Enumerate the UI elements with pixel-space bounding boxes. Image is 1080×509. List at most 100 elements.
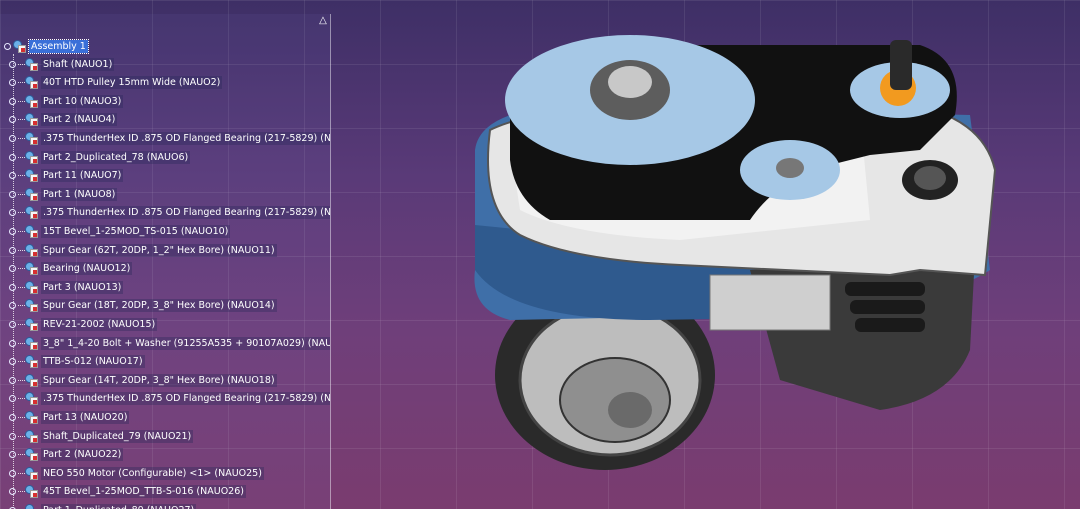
expand-toggle-icon[interactable] [9, 395, 16, 403]
tree-node[interactable]: Spur Gear (18T, 20DP, 3_8" Hex Bore) (NA… [0, 297, 277, 315]
tree-connector-dash [18, 137, 25, 139]
part-icon [25, 169, 38, 183]
tree-node[interactable]: 45T Bevel_1-25MOD_TTB-S-016 (NAUO26) [0, 483, 246, 501]
expand-toggle-icon[interactable] [9, 283, 16, 291]
part-icon [25, 113, 38, 127]
tree-node-label: Part 10 (NAUO3) [41, 94, 124, 108]
3d-viewport[interactable]: △ Assembly 1 Shaft (NAUO1) 40T HTD Pulley … [0, 0, 1080, 509]
expand-toggle-icon[interactable] [9, 190, 16, 198]
tree-connector-dash [18, 63, 25, 65]
tree-node-label: Spur Gear (62T, 20DP, 1_2" Hex Bore) (NA… [41, 243, 277, 257]
tree-node-label: 40T HTD Pulley 15mm Wide (NAUO2) [41, 76, 223, 90]
tree-node[interactable]: Part 2 (NAUO4) [0, 111, 118, 129]
tree-connector-dash [18, 249, 25, 251]
part-icon [25, 336, 38, 350]
tree-node[interactable]: Part 11 (NAUO7) [0, 167, 124, 185]
expand-toggle-icon[interactable] [9, 339, 16, 347]
tree-connector-dash [18, 286, 25, 288]
part-icon [25, 373, 38, 387]
tree-node-label: Part 13 (NAUO20) [41, 410, 130, 424]
part-icon [25, 131, 38, 145]
part-icon [25, 280, 38, 294]
expand-toggle-icon[interactable] [9, 172, 16, 180]
tree-node[interactable]: 40T HTD Pulley 15mm Wide (NAUO2) [0, 74, 223, 92]
expand-toggle-icon[interactable] [9, 246, 16, 254]
part-icon [25, 466, 38, 480]
tree-node[interactable]: Part 10 (NAUO3) [0, 92, 124, 110]
expand-toggle-icon[interactable] [9, 320, 16, 328]
expand-toggle-icon[interactable] [9, 469, 16, 477]
expand-toggle-icon[interactable] [9, 79, 16, 87]
part-icon [25, 317, 38, 331]
expand-toggle-icon[interactable] [9, 358, 16, 366]
tree-connector-dash [18, 119, 25, 121]
tree-connector-dash [18, 491, 25, 493]
expand-toggle-icon[interactable] [9, 413, 16, 421]
tree-node-label: Part 1 (NAUO8) [41, 187, 118, 201]
tree-node[interactable]: .375 ThunderHex ID .875 OD Flanged Beari… [0, 204, 330, 222]
expand-toggle-icon[interactable] [9, 97, 16, 105]
expand-toggle-icon[interactable] [9, 488, 16, 496]
tree-node[interactable]: Shaft (NAUO1) [0, 55, 115, 73]
tree-node[interactable]: Part 2 (NAUO22) [0, 446, 124, 464]
tree-node-label: Part 11 (NAUO7) [41, 169, 124, 183]
tree-node[interactable]: Part 13 (NAUO20) [0, 408, 130, 426]
expand-toggle-icon[interactable] [9, 376, 16, 384]
tree-node-label: Part 2_Duplicated_78 (NAUO6) [41, 150, 191, 164]
tree-node-label: Part 2 (NAUO4) [41, 113, 118, 127]
tree-connector-dash [18, 156, 25, 158]
tree-node[interactable]: NEO 550 Motor (Configurable) <1> (NAUO25… [0, 464, 264, 482]
specification-tree[interactable]: △ Assembly 1 Shaft (NAUO1) 40T HTD Pulley … [0, 14, 331, 509]
tree-connector-dash [18, 82, 25, 84]
tree-node[interactable]: 15T Bevel_1-25MOD_TS-015 (NAUO10) [0, 222, 231, 240]
expand-toggle-icon[interactable] [9, 432, 16, 440]
tree-node[interactable]: Shaft_Duplicated_79 (NAUO21) [0, 427, 194, 445]
expand-toggle-icon[interactable] [9, 60, 16, 68]
tree-node[interactable]: Part 1_Duplicated_80 (NAUO27) [0, 501, 197, 509]
tree-node[interactable]: Part 3 (NAUO13) [0, 278, 124, 296]
part-icon [25, 299, 38, 313]
tree-node[interactable]: Part 1 (NAUO8) [0, 185, 118, 203]
tree-node-label: 3_8" 1_4-20 Bolt + Washer (91255A535 + 9… [41, 336, 330, 350]
expand-toggle-icon[interactable] [9, 153, 16, 161]
expand-toggle-icon[interactable] [4, 42, 11, 50]
tree-node[interactable]: REV-21-2002 (NAUO15) [0, 315, 158, 333]
tree-node[interactable]: 3_8" 1_4-20 Bolt + Washer (91255A535 + 9… [0, 334, 330, 352]
part-icon [25, 76, 38, 90]
scroll-up-icon[interactable]: △ [316, 14, 330, 28]
tree-node-label: Part 2 (NAUO22) [41, 448, 124, 462]
tree-node-label: Part 3 (NAUO13) [41, 280, 124, 294]
part-icon [25, 262, 38, 276]
cad-model[interactable] [450, 20, 1010, 480]
tree-node[interactable]: Bearing (NAUO12) [0, 260, 133, 278]
expand-toggle-icon[interactable] [9, 227, 16, 235]
part-icon [25, 485, 38, 499]
expand-toggle-icon[interactable] [9, 209, 16, 217]
tree-root-node[interactable]: Assembly 1 [0, 37, 89, 55]
tree-node[interactable]: Spur Gear (14T, 20DP, 3_8" Hex Bore) (NA… [0, 371, 277, 389]
tree-node[interactable]: .375 ThunderHex ID .875 OD Flanged Beari… [0, 390, 330, 408]
expand-toggle-icon[interactable] [9, 116, 16, 124]
part-icon [25, 243, 38, 257]
tree-node-label: Shaft (NAUO1) [41, 57, 115, 71]
tree-node[interactable]: .375 ThunderHex ID .875 OD Flanged Beari… [0, 129, 330, 147]
tree-connector-dash [18, 472, 25, 474]
expand-toggle-icon[interactable] [9, 134, 16, 142]
part-icon [25, 448, 38, 462]
part-icon [25, 187, 38, 201]
tree-node-label: .375 ThunderHex ID .875 OD Flanged Beari… [41, 206, 330, 220]
tree-connector-dash [18, 342, 25, 344]
tree-node[interactable]: Part 2_Duplicated_78 (NAUO6) [0, 148, 191, 166]
tree-node-label: Spur Gear (14T, 20DP, 3_8" Hex Bore) (NA… [41, 373, 277, 387]
tree-node-label: .375 ThunderHex ID .875 OD Flanged Beari… [41, 131, 330, 145]
tree-node[interactable]: Spur Gear (62T, 20DP, 1_2" Hex Bore) (NA… [0, 241, 277, 259]
part-icon [25, 503, 38, 509]
tree-node-label: Shaft_Duplicated_79 (NAUO21) [41, 429, 194, 443]
tree-node[interactable]: TTB-S-012 (NAUO17) [0, 353, 145, 371]
tree-node-label: 45T Bevel_1-25MOD_TTB-S-016 (NAUO26) [41, 485, 246, 499]
expand-toggle-icon[interactable] [9, 265, 16, 273]
expand-toggle-icon[interactable] [9, 302, 16, 310]
tree-connector-dash [18, 361, 25, 363]
part-icon [25, 150, 38, 164]
expand-toggle-icon[interactable] [9, 451, 16, 459]
